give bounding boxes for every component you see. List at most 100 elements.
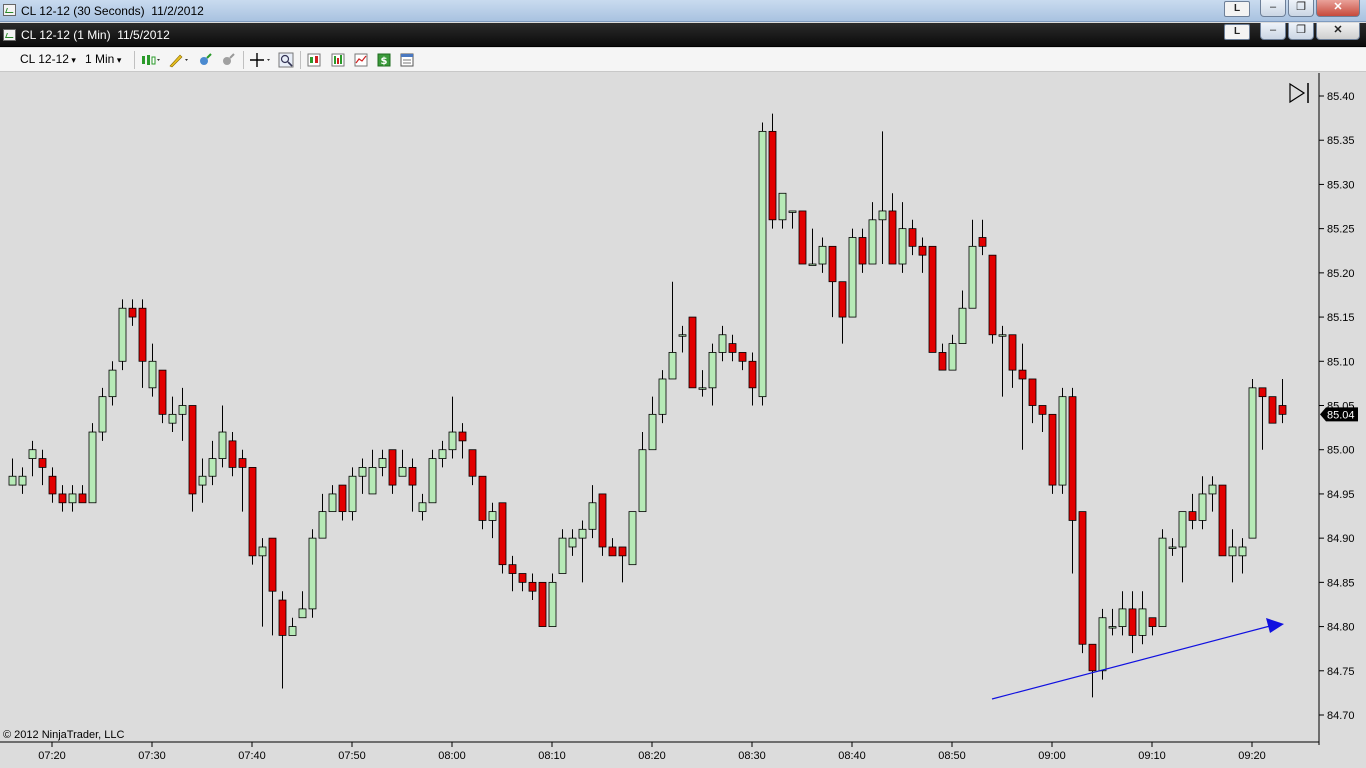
price-tick-label: 85.30 xyxy=(1327,179,1355,191)
candle-up xyxy=(88,431,97,504)
indicators-icon[interactable] xyxy=(330,52,346,68)
candle-down xyxy=(768,130,777,221)
candle-up xyxy=(1158,537,1167,627)
candle-down xyxy=(988,254,997,336)
candle-down xyxy=(528,581,537,592)
instrument-selector[interactable]: CL 12-12 xyxy=(20,52,76,66)
candle-up xyxy=(18,475,27,486)
candle-down xyxy=(458,431,467,442)
candle-down xyxy=(138,307,147,362)
link-button[interactable]: L xyxy=(1224,24,1250,40)
candle-up xyxy=(418,502,427,513)
candle-up xyxy=(378,458,387,468)
price-tick-label: 85.15 xyxy=(1327,312,1355,324)
dollar-icon[interactable]: $ xyxy=(376,52,392,68)
chart-properties-icon[interactable] xyxy=(353,52,369,68)
time-tick-label: 08:30 xyxy=(738,750,766,762)
minimize-button[interactable]: – xyxy=(1260,0,1286,17)
candle-up xyxy=(428,458,437,504)
price-chart[interactable]: 85.4085.3585.3085.2585.2085.1585.1085.05… xyxy=(0,73,1366,768)
candle-up xyxy=(658,378,667,415)
bar-type-icon[interactable] xyxy=(140,52,162,68)
price-tick-label: 85.10 xyxy=(1327,356,1355,368)
time-tick-label: 08:00 xyxy=(438,750,466,762)
time-tick-label: 07:40 xyxy=(238,750,266,762)
minimize-button[interactable]: – xyxy=(1260,23,1286,40)
window-titlebar-1min[interactable]: CL 12-12 (1 Min) 11/5/2012 L – ❐ ✕ xyxy=(0,23,1366,47)
candle-down xyxy=(468,449,477,477)
data-box-icon[interactable] xyxy=(399,52,415,68)
candle-down xyxy=(798,210,807,265)
candle-down xyxy=(338,484,347,513)
price-tick-label: 84.70 xyxy=(1327,710,1355,722)
candle-down xyxy=(1048,413,1057,486)
window-titlebar-30sec[interactable]: CL 12-12 (30 Seconds) 11/2/2012 L – ❐ ✕ xyxy=(0,0,1366,22)
candle-up xyxy=(998,334,1007,337)
candle-up xyxy=(208,458,217,477)
candle-up xyxy=(218,431,227,459)
candle-up xyxy=(448,431,457,451)
strategies-icon[interactable] xyxy=(306,52,322,68)
candle-down xyxy=(38,458,47,468)
last-price-marker: 85.04 xyxy=(1320,407,1358,422)
time-tick-label: 09:20 xyxy=(1238,750,1266,762)
candle-up xyxy=(1178,511,1187,548)
drawing-tool-icon[interactable] xyxy=(168,52,190,68)
candle-down xyxy=(508,564,517,574)
candle-up xyxy=(1108,626,1117,629)
candle-up xyxy=(368,466,377,495)
candle-down xyxy=(1258,387,1267,398)
candle-down xyxy=(828,245,837,283)
crosshair-icon[interactable] xyxy=(249,52,273,68)
candle-down xyxy=(128,307,137,318)
close-button[interactable]: ✕ xyxy=(1316,23,1360,40)
chart-toolbar: CL 12-12 1 Min $ xyxy=(0,48,1366,72)
candle-down xyxy=(1038,405,1047,415)
window-title: CL 12-12 (1 Min) 11/5/2012 xyxy=(21,28,170,42)
marker-dim-icon[interactable] xyxy=(220,52,236,68)
candle-down xyxy=(1218,484,1227,557)
time-tick-label: 08:50 xyxy=(938,750,966,762)
candle-up xyxy=(308,537,317,610)
candle-up xyxy=(1208,484,1217,495)
candle-up xyxy=(648,413,657,451)
price-tick-label: 84.95 xyxy=(1327,489,1355,501)
candle-down xyxy=(1188,511,1197,521)
candle-up xyxy=(148,360,157,389)
candle-down xyxy=(158,369,167,415)
candle-up xyxy=(348,475,357,513)
time-tick-label: 08:10 xyxy=(538,750,566,762)
restore-button[interactable]: ❐ xyxy=(1288,0,1314,17)
toolbar-separator xyxy=(300,51,301,69)
price-tick-label: 84.90 xyxy=(1327,533,1355,545)
candle-down xyxy=(728,343,737,353)
candle-down xyxy=(1088,643,1097,672)
candle-up xyxy=(1238,546,1247,557)
candle-up xyxy=(168,413,177,424)
candle-down xyxy=(228,440,237,468)
price-tick-label: 85.00 xyxy=(1327,445,1355,457)
candle-down xyxy=(1028,378,1037,406)
candle-up xyxy=(1118,608,1127,627)
candle-down xyxy=(1018,369,1027,380)
candle-down xyxy=(938,352,947,371)
svg-text:$: $ xyxy=(381,56,388,67)
toolbar-separator xyxy=(134,51,135,69)
candle-up xyxy=(788,210,797,213)
candle-up xyxy=(328,493,337,513)
close-button[interactable]: ✕ xyxy=(1316,0,1360,17)
link-button[interactable]: L xyxy=(1224,1,1250,17)
restore-button[interactable]: ❐ xyxy=(1288,23,1314,40)
candle-up xyxy=(968,245,977,309)
candle-up xyxy=(638,449,647,513)
candle-down xyxy=(188,405,197,495)
chart-window-icon xyxy=(3,29,16,41)
scroll-to-end-icon[interactable] xyxy=(1288,82,1312,104)
candle-up xyxy=(1138,608,1147,636)
marker-icon[interactable] xyxy=(197,52,213,68)
candle-down xyxy=(248,466,257,557)
time-tick-label: 07:50 xyxy=(338,750,366,762)
window-title: CL 12-12 (30 Seconds) 11/2/2012 xyxy=(21,4,204,18)
interval-selector[interactable]: 1 Min xyxy=(85,52,121,66)
zoom-icon[interactable] xyxy=(278,52,294,68)
